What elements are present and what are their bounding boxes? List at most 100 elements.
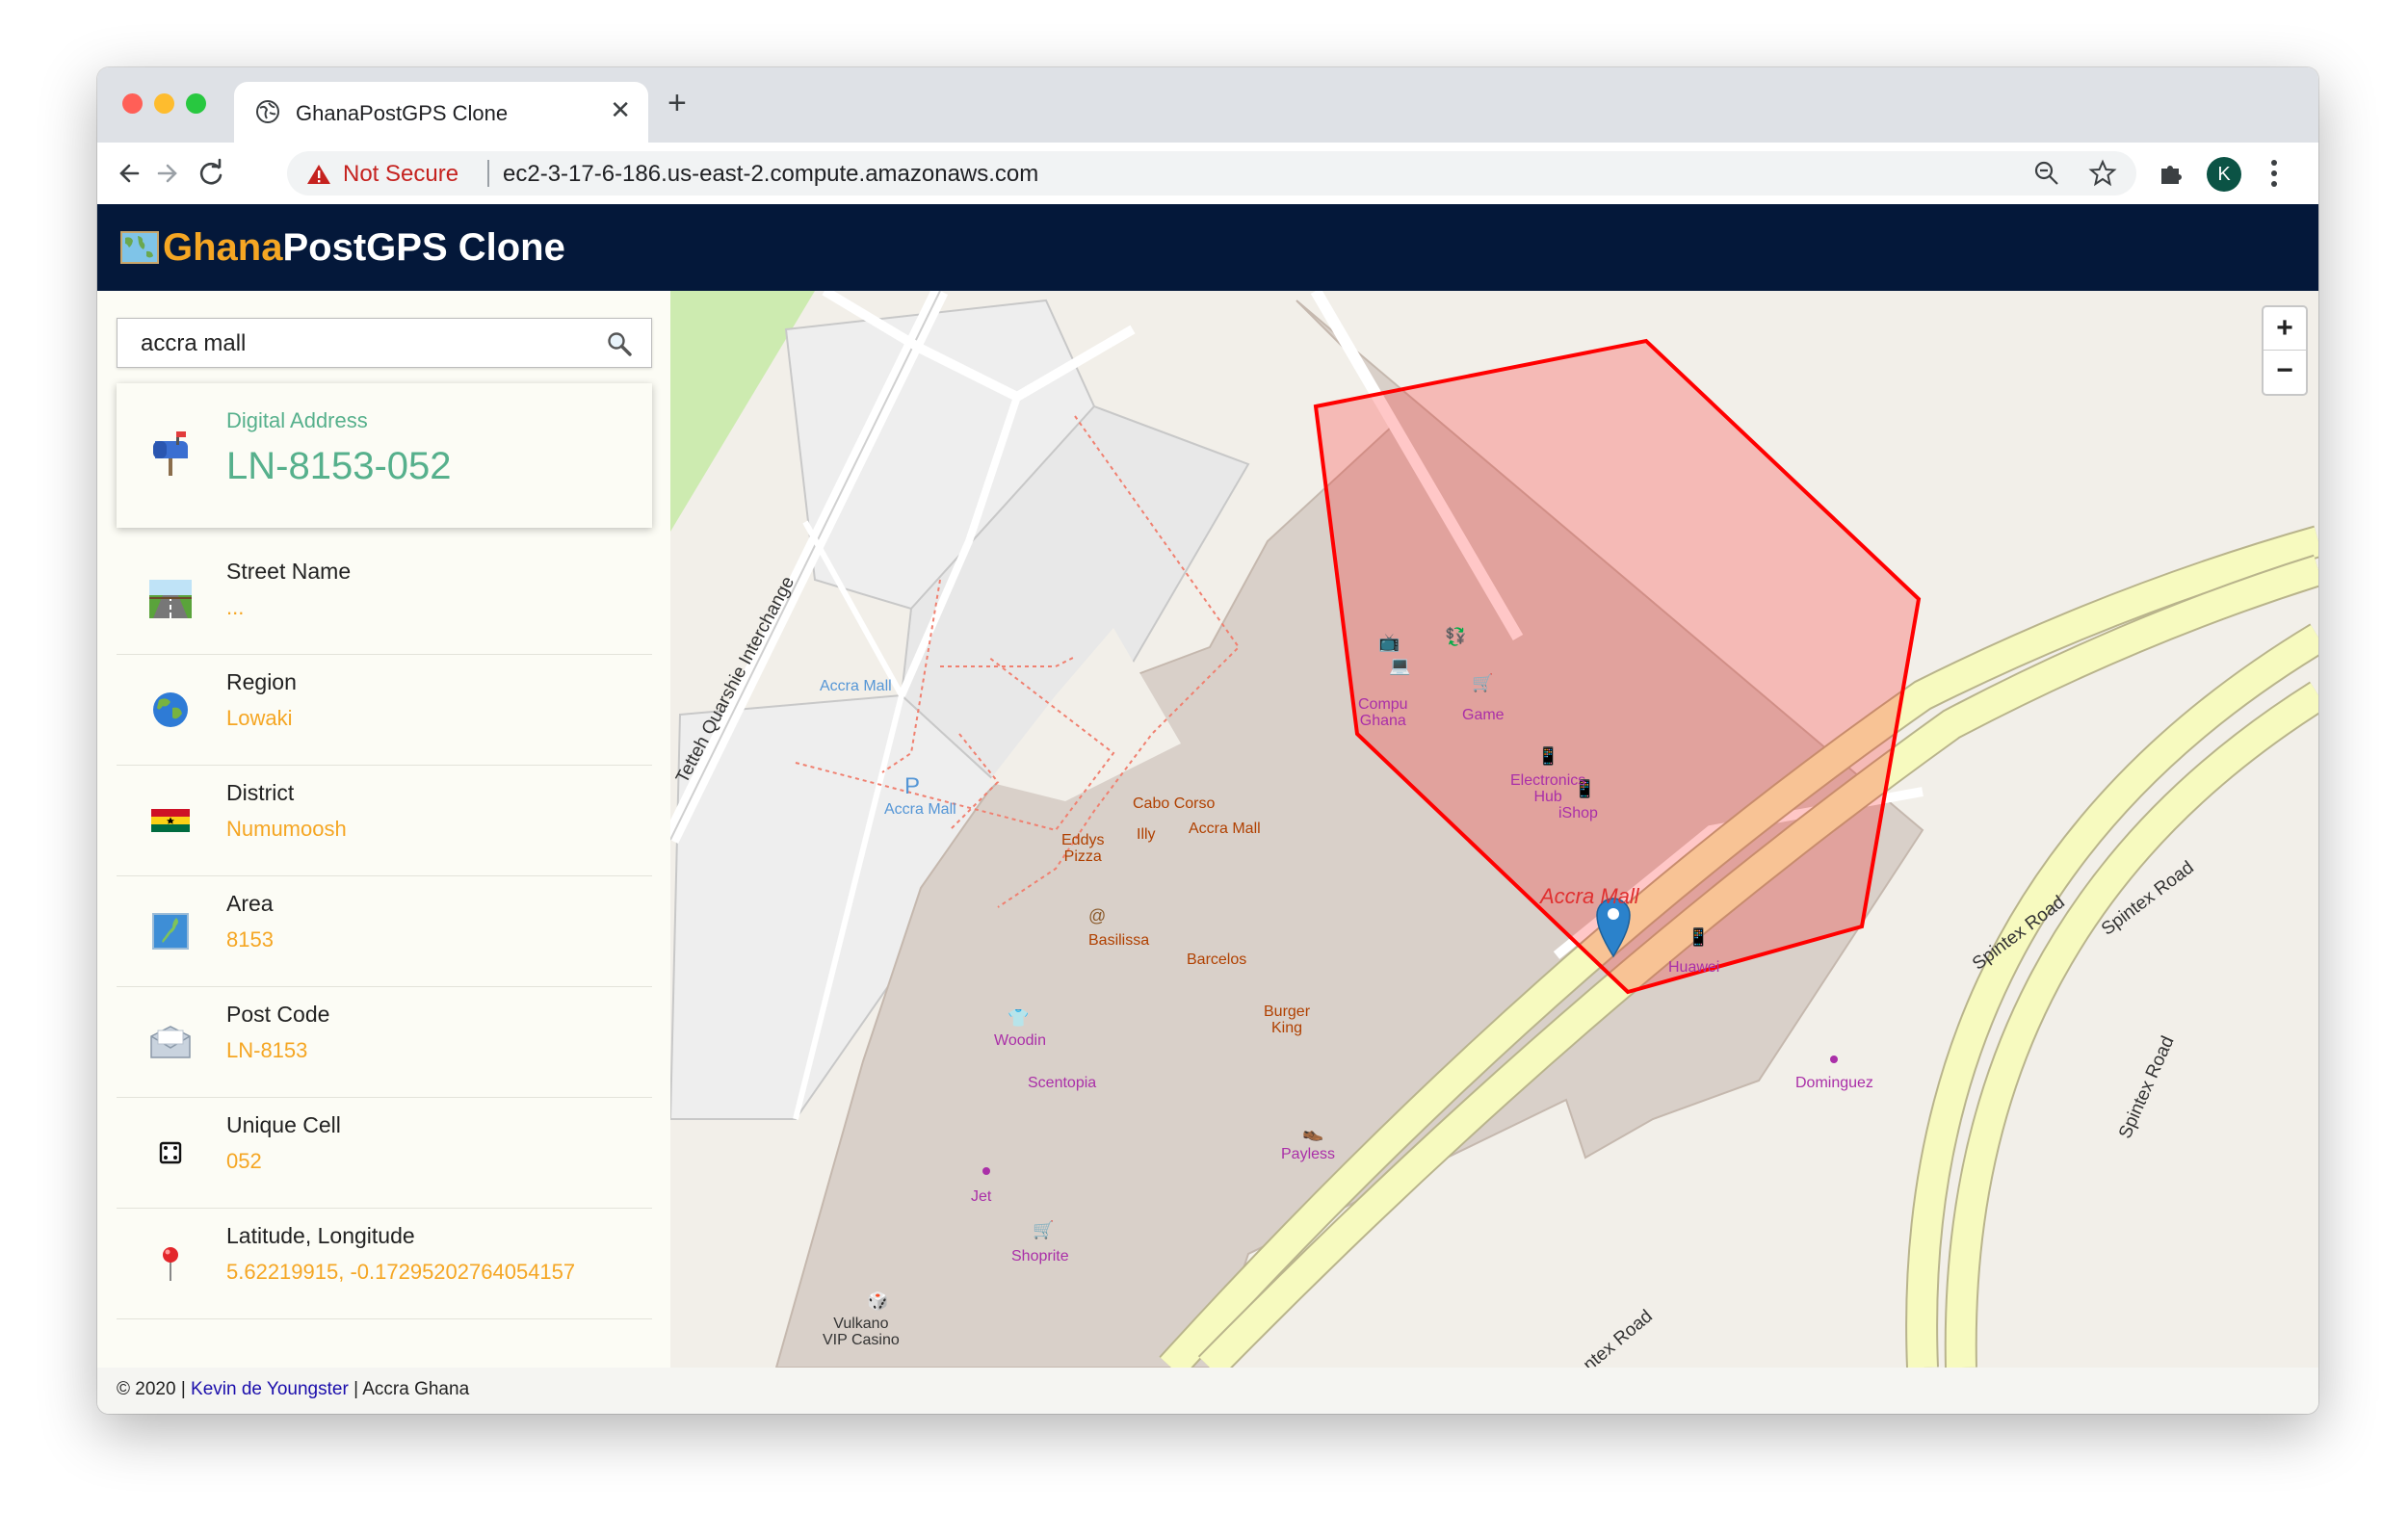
maximize-window-button[interactable]	[186, 93, 206, 114]
electronics-hub-label: Electronics Hub	[1510, 772, 1586, 805]
detail-row-street: Street Name ...	[117, 543, 652, 655]
area-label: Area	[226, 891, 274, 916]
jet-label: Jet	[971, 1188, 992, 1205]
shoe-shop-icon: 👞	[1302, 1122, 1324, 1141]
menu-kebab-icon[interactable]	[2270, 158, 2278, 189]
globe-icon	[153, 692, 188, 727]
url-text[interactable]: ec2-3-17-6-186.us-east-2.compute.amazona…	[503, 161, 1038, 188]
address-bar[interactable]: Not Secure ec2-3-17-6-186.us-east-2.comp…	[287, 151, 2136, 196]
footer-location: | Accra Ghana	[348, 1379, 470, 1399]
zoom-in-button[interactable]: +	[2264, 307, 2306, 350]
unique-cell-label: Unique Cell	[226, 1112, 341, 1137]
detail-row-unique-cell: Unique Cell 052	[117, 1097, 652, 1209]
parking-label: Accra Mall	[884, 801, 956, 818]
illy-label: Illy	[1137, 826, 1156, 843]
game-label: Game	[1462, 707, 1505, 723]
map-icon	[152, 913, 189, 950]
zoom-out-button[interactable]: −	[2264, 350, 2306, 392]
bookmark-star-icon[interactable]	[2088, 159, 2117, 188]
unique-cell-value: 052	[226, 1149, 262, 1173]
ghana-flag-icon	[151, 809, 190, 832]
accra-mall-food-label: Accra Mall	[1189, 821, 1261, 837]
area-value: 8153	[226, 927, 274, 951]
minimize-window-button[interactable]	[154, 93, 174, 114]
sidebar: Digital Address LN-8153-052 Street Name …	[97, 291, 670, 1368]
map-tiles	[670, 291, 2318, 1368]
cabo-corso-label: Cabo Corso	[1133, 795, 1216, 812]
browser-window: GhanaPostGPS Clone ✕ + Not Secure ec2-3-…	[97, 67, 2318, 1414]
district-value: Numumoosh	[226, 817, 347, 841]
basilissa-label: Basilissa	[1088, 932, 1150, 949]
street-name-label: Street Name	[226, 559, 352, 584]
app-title-ghana: Ghana	[163, 226, 283, 269]
parking-p-label: P	[904, 773, 921, 799]
detail-row-district: District Numumoosh	[117, 765, 652, 876]
vulkano-casino-label: Vulkano VIP Casino	[823, 1316, 900, 1348]
region-value: Lowaki	[226, 706, 293, 730]
envelope-icon	[150, 1026, 191, 1058]
dominguez-label: Dominguez	[1795, 1075, 1873, 1091]
ishop-label: iShop	[1558, 805, 1598, 821]
pin-icon	[163, 1247, 178, 1281]
app-title: GhanaPostGPS Clone	[163, 226, 565, 270]
tab-strip: GhanaPostGPS Clone ✕ +	[97, 67, 2318, 143]
tab-title: GhanaPostGPS Clone	[296, 101, 509, 125]
app-header: GhanaPostGPS Clone	[97, 204, 2318, 291]
browser-tab[interactable]: GhanaPostGPS Clone ✕	[234, 82, 648, 143]
search-icon[interactable]	[607, 331, 632, 356]
map-view[interactable]: 📺 💻 💱 🛒 📱 📱 📱 👕 👞 🛒 🎲 @ Accra Mall P Acc…	[670, 291, 2318, 1368]
detail-row-coordinates: Latitude, Longitude 5.62219915, -0.17295…	[117, 1208, 652, 1319]
huawei-label: Huawei	[1668, 959, 1720, 976]
digital-address-card: Digital Address LN-8153-052	[117, 383, 652, 528]
shopping-cart-icon: 🛒	[1472, 673, 1494, 692]
barcelos-label: Barcelos	[1187, 951, 1247, 968]
compu-ghana-label: Compu Ghana	[1358, 696, 1408, 729]
browser-toolbar: Not Secure ec2-3-17-6-186.us-east-2.comp…	[97, 143, 2318, 205]
accra-mall-area-label: Accra Mall	[1540, 884, 1639, 908]
author-link[interactable]: Kevin de Youngster	[191, 1379, 349, 1399]
casino-icon: 🎲	[867, 1291, 889, 1311]
search-input[interactable]	[118, 319, 605, 369]
zoom-out-magnifier-icon[interactable]	[2032, 159, 2061, 188]
money-exchange-icon: 💱	[1445, 627, 1467, 646]
post-code-label: Post Code	[226, 1002, 330, 1027]
footer: © 2020 | Kevin de Youngster | Accra Ghan…	[97, 1368, 2318, 1414]
back-arrow-icon[interactable]	[111, 154, 149, 193]
dice-icon	[159, 1141, 182, 1164]
woodin-label: Woodin	[994, 1032, 1046, 1049]
globe-icon	[256, 100, 279, 123]
footer-text: © 2020 | Kevin de Youngster | Accra Ghan…	[117, 1379, 469, 1400]
eddys-pizza-label: Eddys Pizza	[1061, 832, 1105, 865]
warning-icon	[307, 165, 330, 184]
new-tab-button[interactable]: +	[667, 87, 687, 119]
world-map-icon	[120, 231, 159, 264]
detail-row-area: Area 8153	[117, 875, 652, 987]
security-status[interactable]: Not Secure	[343, 161, 458, 188]
reload-icon[interactable]	[192, 154, 230, 193]
digital-address-label: Digital Address	[226, 408, 368, 432]
poi-dot	[982, 1167, 990, 1175]
coordinates-value: 5.62219915, -0.17295202764054157	[226, 1260, 576, 1284]
road-icon	[149, 580, 192, 618]
bus-stop-label: Accra Mall	[820, 678, 892, 694]
close-window-button[interactable]	[122, 93, 143, 114]
tab-close-icon[interactable]: ✕	[610, 95, 631, 125]
detail-row-region: Region Lowaki	[117, 654, 652, 766]
extensions-puzzle-icon[interactable]	[2157, 159, 2186, 188]
url-divider	[487, 160, 489, 187]
forward-arrow-icon[interactable]	[147, 154, 186, 193]
phone-shop-icon: 📱	[1688, 927, 1710, 947]
scentopia-label: Scentopia	[1028, 1075, 1097, 1091]
app-title-rest: PostGPS Clone	[282, 226, 565, 269]
poi-dot	[1830, 1056, 1838, 1063]
phone-shop-icon: 📱	[1537, 746, 1559, 766]
profile-avatar[interactable]: K	[2207, 157, 2241, 192]
detail-row-postcode: Post Code LN-8153	[117, 986, 652, 1098]
digital-address-value: LN-8153-052	[226, 445, 452, 487]
zoom-control: + −	[2262, 305, 2308, 396]
park-area	[670, 291, 815, 532]
post-code-value: LN-8153	[226, 1038, 308, 1062]
coordinates-label: Latitude, Longitude	[226, 1223, 415, 1248]
street-name-value: ...	[226, 595, 245, 619]
shoprite-label: Shoprite	[1011, 1248, 1069, 1264]
